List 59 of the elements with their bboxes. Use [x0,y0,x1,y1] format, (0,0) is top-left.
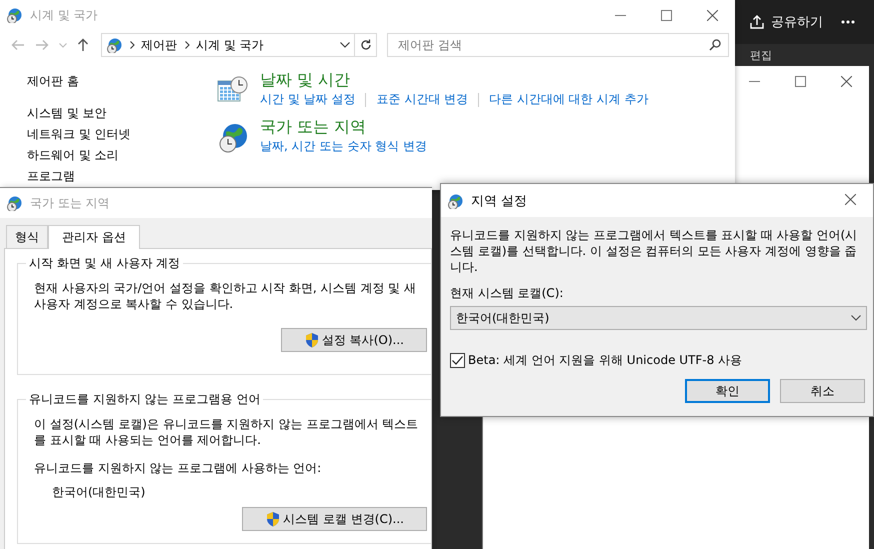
task-link[interactable]: 날짜, 시간 또는 숫자 형식 변경 [260,138,427,155]
dialog-button[interactable]: 취소 [780,379,865,403]
chevron-right-icon [130,41,135,49]
dialog-title: 지역 설정 [471,192,528,210]
locale-value: 한국어(대한민국) [52,484,146,501]
checkmark-icon [452,356,463,365]
description-text: 현재 사용자의 국가/언어 설정을 확인하고 시작 화면, 시스템 계정 및 새 사용자 계정으로 복사할 수 있습니다. [34,280,418,312]
maximize-icon [660,10,672,20]
close-icon [706,10,718,20]
more-icon [841,20,855,24]
description-text: 이 설정(시스템 로캘)은 유니코드를 지원하지 않는 프로그램에서 텍스트를 표시할 때 사용되는 언어를 제어합니다. [34,416,420,448]
maximize-icon [794,76,806,86]
globe-clock-icon [106,37,122,53]
breadcrumb-item[interactable]: 시계 및 국가 [196,36,264,54]
close-icon [840,76,852,86]
task-link[interactable]: 시간 및 날짜 설정 [260,91,356,108]
breadcrumb-item[interactable]: 제어판 [141,36,177,54]
locale-dropdown[interactable]: 한국어(대한민국) [450,306,867,330]
chevron-down-icon [851,315,861,321]
window-title: 시계 및 국가 [30,6,98,24]
share-icon [749,14,765,30]
up-arrow-icon[interactable] [77,38,89,52]
tab[interactable]: 형식 [6,225,48,248]
dialog-button[interactable]: 확인 [685,379,770,403]
field-label: 유니코드를 지원하지 않는 프로그램에 사용하는 언어: [34,460,322,477]
nav-link[interactable]: 하드웨어 및 소리 [27,147,217,163]
task-link[interactable]: 다른 시간대에 대한 시계 추가 [489,91,648,108]
refresh-icon [360,39,372,51]
category-link[interactable]: 국가 또는 지역 [260,116,427,138]
address-bar[interactable]: 제어판 시계 및 국가 [101,33,355,57]
tab[interactable]: 관리자 옵션 [48,225,140,249]
checkbox-label: Beta: 세계 언어 지원을 위해 Unicode UTF-8 사용 [468,352,742,369]
nav-link[interactable]: 시스템 및 보안 [27,105,217,121]
search-icon [709,39,721,51]
nav-link[interactable]: 프로그램 [27,168,217,184]
globe-clock-icon [6,7,22,23]
field-label: 현재 시스템 로캘(C): [450,285,564,302]
task-link[interactable]: 표준 시간대 변경 [376,91,468,108]
globe-clock-icon [6,195,22,211]
group-title: 유니코드를 지원하지 않는 프로그램용 언어 [26,391,264,408]
close-icon [844,194,856,204]
dialog-title: 국가 또는 지역 [30,194,110,212]
description-text: 유니코드를 지원하지 않는 프로그램에서 텍스트를 표시할 때 사용할 언어(시스템 로캘)를 선택합니다. 이 설정은 컴퓨터의 모든 사용자 계정에 영향을 줍니다. [450,227,858,275]
admin-button[interactable]: 시스템 로캘 변경(C)... [242,507,427,531]
chevron-right-icon [185,41,190,49]
nav-link[interactable]: 제어판 홈 [27,73,217,89]
refresh-button[interactable] [355,33,377,57]
search-field[interactable]: 제어판 검색 [387,33,729,57]
shield-icon [304,332,320,348]
shield-icon [265,511,282,527]
share-label[interactable]: 공유하기 [771,13,823,31]
checkbox[interactable] [450,353,465,368]
chevron-down-icon[interactable] [340,42,350,48]
nav-link[interactable]: 네트워크 및 인터넷 [27,126,217,142]
category-link[interactable]: 날짜 및 시간 [260,69,648,91]
group-title: 시작 화면 및 새 사용자 계정 [26,255,184,272]
globe-clock-icon [217,122,249,154]
globe-clock-icon [447,192,463,208]
admin-button[interactable]: 설정 복사(O)... [280,328,427,352]
